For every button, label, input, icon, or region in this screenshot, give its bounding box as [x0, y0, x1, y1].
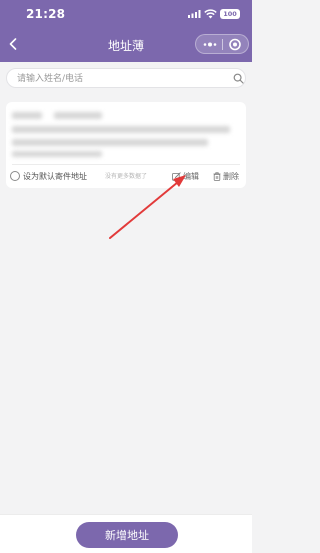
miniprogram-capsule	[195, 34, 249, 54]
redacted-name	[12, 112, 42, 119]
redacted-address	[12, 139, 208, 146]
nav-bar: 地址薄	[0, 28, 252, 62]
more-icon[interactable]	[200, 38, 220, 51]
search-input[interactable]	[17, 72, 217, 85]
list-end-text: 没有更多数据了	[104, 173, 147, 180]
signal-icon	[188, 10, 201, 18]
card-divider	[12, 164, 240, 165]
add-address-button[interactable]: 新增地址	[76, 522, 178, 548]
header: 21:28 100 地址薄	[0, 0, 252, 62]
wifi-icon	[204, 9, 217, 19]
redacted-phone	[54, 112, 102, 119]
search-bar	[6, 68, 246, 88]
status-time: 21:28	[26, 7, 66, 21]
redacted-address	[12, 151, 102, 157]
status-bar: 21:28 100	[0, 0, 252, 28]
capsule-divider	[222, 39, 223, 50]
redacted-address	[12, 126, 230, 133]
search-icon[interactable]	[233, 73, 244, 84]
close-icon[interactable]	[226, 37, 244, 52]
battery-indicator: 100	[220, 9, 240, 19]
